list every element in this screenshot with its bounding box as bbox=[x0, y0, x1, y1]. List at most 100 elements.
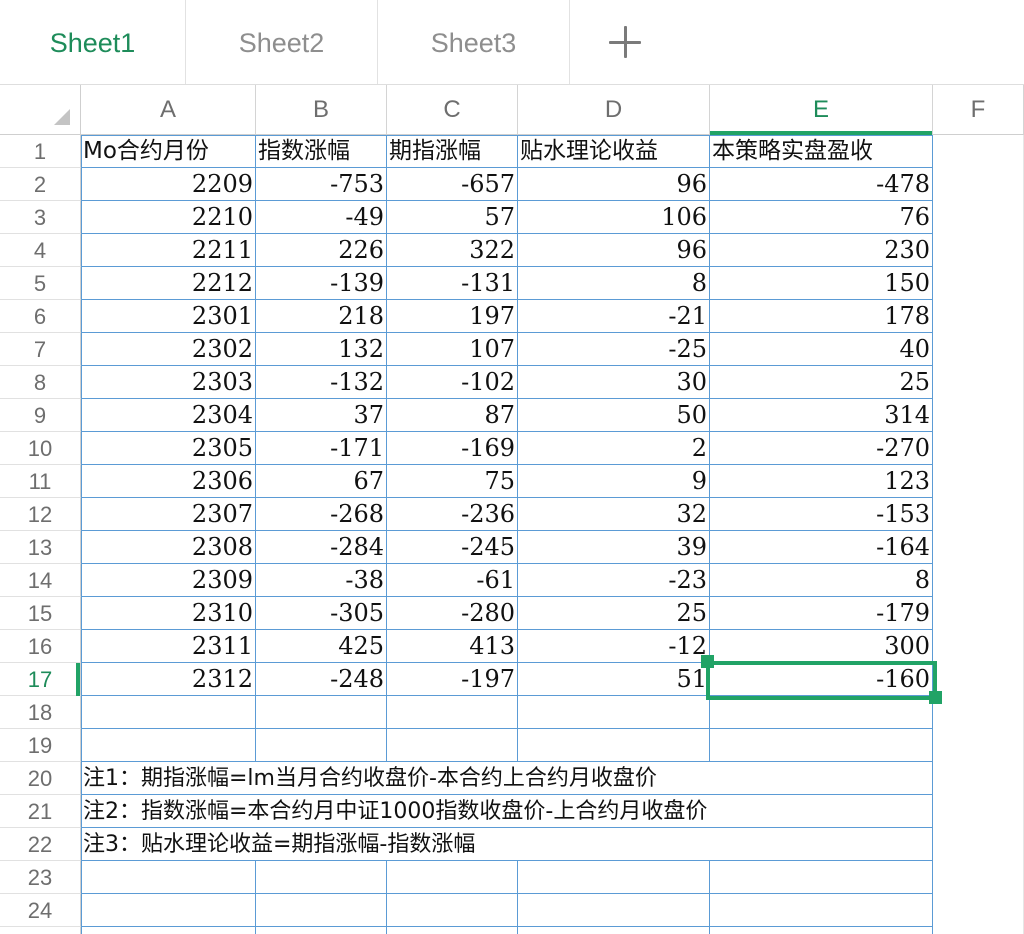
column-header-f[interactable]: F bbox=[933, 85, 1024, 135]
empty-cell[interactable] bbox=[710, 927, 933, 934]
selection-handle-bottom-right-icon[interactable] bbox=[929, 691, 942, 704]
row-header-1[interactable]: 1 bbox=[0, 135, 81, 168]
table-cell[interactable]: 178 bbox=[710, 300, 933, 333]
row-header-18[interactable]: 18 bbox=[0, 696, 81, 729]
table-cell[interactable]: -236 bbox=[387, 498, 518, 531]
empty-cell[interactable] bbox=[518, 894, 710, 927]
select-all-corner[interactable] bbox=[0, 85, 81, 135]
table-cell[interactable]: 96 bbox=[518, 168, 710, 201]
table-cell[interactable]: 2306 bbox=[81, 465, 256, 498]
header-cell-e[interactable]: 本策略实盘盈收 bbox=[710, 135, 933, 168]
table-cell[interactable]: 106 bbox=[518, 201, 710, 234]
table-cell[interactable]: -164 bbox=[710, 531, 933, 564]
row-header-23[interactable]: 23 bbox=[0, 861, 81, 894]
row-header-25[interactable]: 25 bbox=[0, 927, 81, 934]
table-cell[interactable]: 37 bbox=[256, 399, 387, 432]
row-header-4[interactable]: 4 bbox=[0, 234, 81, 267]
table-cell[interactable]: -49 bbox=[256, 201, 387, 234]
table-cell[interactable]: -23 bbox=[518, 564, 710, 597]
row-header-10[interactable]: 10 bbox=[0, 432, 81, 465]
row-header-21[interactable]: 21 bbox=[0, 795, 81, 828]
table-cell[interactable]: 2304 bbox=[81, 399, 256, 432]
column-header-c[interactable]: C bbox=[387, 85, 518, 135]
table-cell[interactable]: 2311 bbox=[81, 630, 256, 663]
table-cell[interactable]: 2210 bbox=[81, 201, 256, 234]
table-cell[interactable]: -305 bbox=[256, 597, 387, 630]
table-cell[interactable]: 2309 bbox=[81, 564, 256, 597]
empty-cell[interactable] bbox=[387, 729, 518, 762]
row-header-9[interactable]: 9 bbox=[0, 399, 81, 432]
table-cell[interactable]: 2305 bbox=[81, 432, 256, 465]
table-cell[interactable]: -268 bbox=[256, 498, 387, 531]
table-cell[interactable]: 2 bbox=[518, 432, 710, 465]
table-cell[interactable]: -179 bbox=[710, 597, 933, 630]
table-cell[interactable]: 32 bbox=[518, 498, 710, 531]
empty-cell[interactable] bbox=[518, 729, 710, 762]
table-cell[interactable]: 2211 bbox=[81, 234, 256, 267]
table-cell[interactable]: 57 bbox=[387, 201, 518, 234]
table-cell[interactable]: 150 bbox=[710, 267, 933, 300]
empty-cell[interactable] bbox=[81, 861, 256, 894]
empty-cell[interactable] bbox=[387, 894, 518, 927]
empty-cell[interactable] bbox=[387, 696, 518, 729]
table-cell[interactable]: 25 bbox=[518, 597, 710, 630]
table-cell[interactable]: 75 bbox=[387, 465, 518, 498]
row-header-17[interactable]: 17 bbox=[0, 663, 81, 696]
table-cell[interactable]: 2308 bbox=[81, 531, 256, 564]
column-header-e[interactable]: E bbox=[710, 85, 933, 135]
table-cell[interactable]: -12 bbox=[518, 630, 710, 663]
table-cell[interactable]: 2301 bbox=[81, 300, 256, 333]
row-header-7[interactable]: 7 bbox=[0, 333, 81, 366]
table-cell[interactable]: 39 bbox=[518, 531, 710, 564]
row-header-13[interactable]: 13 bbox=[0, 531, 81, 564]
empty-cell[interactable] bbox=[387, 927, 518, 934]
table-cell[interactable]: -139 bbox=[256, 267, 387, 300]
table-cell[interactable]: 218 bbox=[256, 300, 387, 333]
table-cell[interactable]: 413 bbox=[387, 630, 518, 663]
add-sheet-plus-icon[interactable] bbox=[570, 0, 682, 84]
table-cell[interactable]: 2209 bbox=[81, 168, 256, 201]
column-header-a[interactable]: A bbox=[81, 85, 256, 135]
row-header-20[interactable]: 20 bbox=[0, 762, 81, 795]
column-header-b[interactable]: B bbox=[256, 85, 387, 135]
header-cell-d[interactable]: 贴水理论收益 bbox=[518, 135, 710, 168]
table-cell[interactable]: -753 bbox=[256, 168, 387, 201]
header-cell-b[interactable]: 指数涨幅 bbox=[256, 135, 387, 168]
table-cell[interactable]: 51 bbox=[518, 663, 710, 696]
table-cell[interactable]: -171 bbox=[256, 432, 387, 465]
row-header-22[interactable]: 22 bbox=[0, 828, 81, 861]
row-header-12[interactable]: 12 bbox=[0, 498, 81, 531]
note-cell[interactable]: 注1：期指涨幅=lm当月合约收盘价-本合约上合约月收盘价 bbox=[81, 762, 933, 795]
table-cell[interactable]: 76 bbox=[710, 201, 933, 234]
table-cell[interactable]: 8 bbox=[710, 564, 933, 597]
table-cell[interactable]: -21 bbox=[518, 300, 710, 333]
empty-cell[interactable] bbox=[256, 894, 387, 927]
table-cell[interactable]: -132 bbox=[256, 366, 387, 399]
empty-cell[interactable] bbox=[256, 927, 387, 934]
row-header-2[interactable]: 2 bbox=[0, 168, 81, 201]
table-cell[interactable]: 2212 bbox=[81, 267, 256, 300]
header-cell-c[interactable]: 期指涨幅 bbox=[387, 135, 518, 168]
table-cell[interactable]: -197 bbox=[387, 663, 518, 696]
row-header-15[interactable]: 15 bbox=[0, 597, 81, 630]
table-cell[interactable]: -478 bbox=[710, 168, 933, 201]
empty-cell[interactable] bbox=[518, 696, 710, 729]
table-cell[interactable]: -131 bbox=[387, 267, 518, 300]
row-header-3[interactable]: 3 bbox=[0, 201, 81, 234]
table-cell[interactable]: 8 bbox=[518, 267, 710, 300]
empty-cell[interactable] bbox=[387, 861, 518, 894]
table-cell[interactable]: 300 bbox=[710, 630, 933, 663]
table-cell[interactable]: 2302 bbox=[81, 333, 256, 366]
spreadsheet-grid[interactable]: A B C D E F 1 2 3 4 5 6 7 8 9 10 11 12 13 14 15 16 17 18 19 20 21 2… bbox=[0, 85, 1024, 934]
empty-cell[interactable] bbox=[256, 729, 387, 762]
selection-handle-top-left-icon[interactable] bbox=[701, 655, 714, 668]
table-cell[interactable]: 314 bbox=[710, 399, 933, 432]
table-cell[interactable]: -25 bbox=[518, 333, 710, 366]
empty-cell[interactable] bbox=[518, 927, 710, 934]
table-cell[interactable]: 230 bbox=[710, 234, 933, 267]
empty-cell[interactable] bbox=[710, 894, 933, 927]
tab-sheet3[interactable]: Sheet3 bbox=[378, 0, 570, 84]
table-cell[interactable]: -245 bbox=[387, 531, 518, 564]
tab-sheet1[interactable]: Sheet1 bbox=[0, 0, 186, 84]
table-cell[interactable]: 123 bbox=[710, 465, 933, 498]
